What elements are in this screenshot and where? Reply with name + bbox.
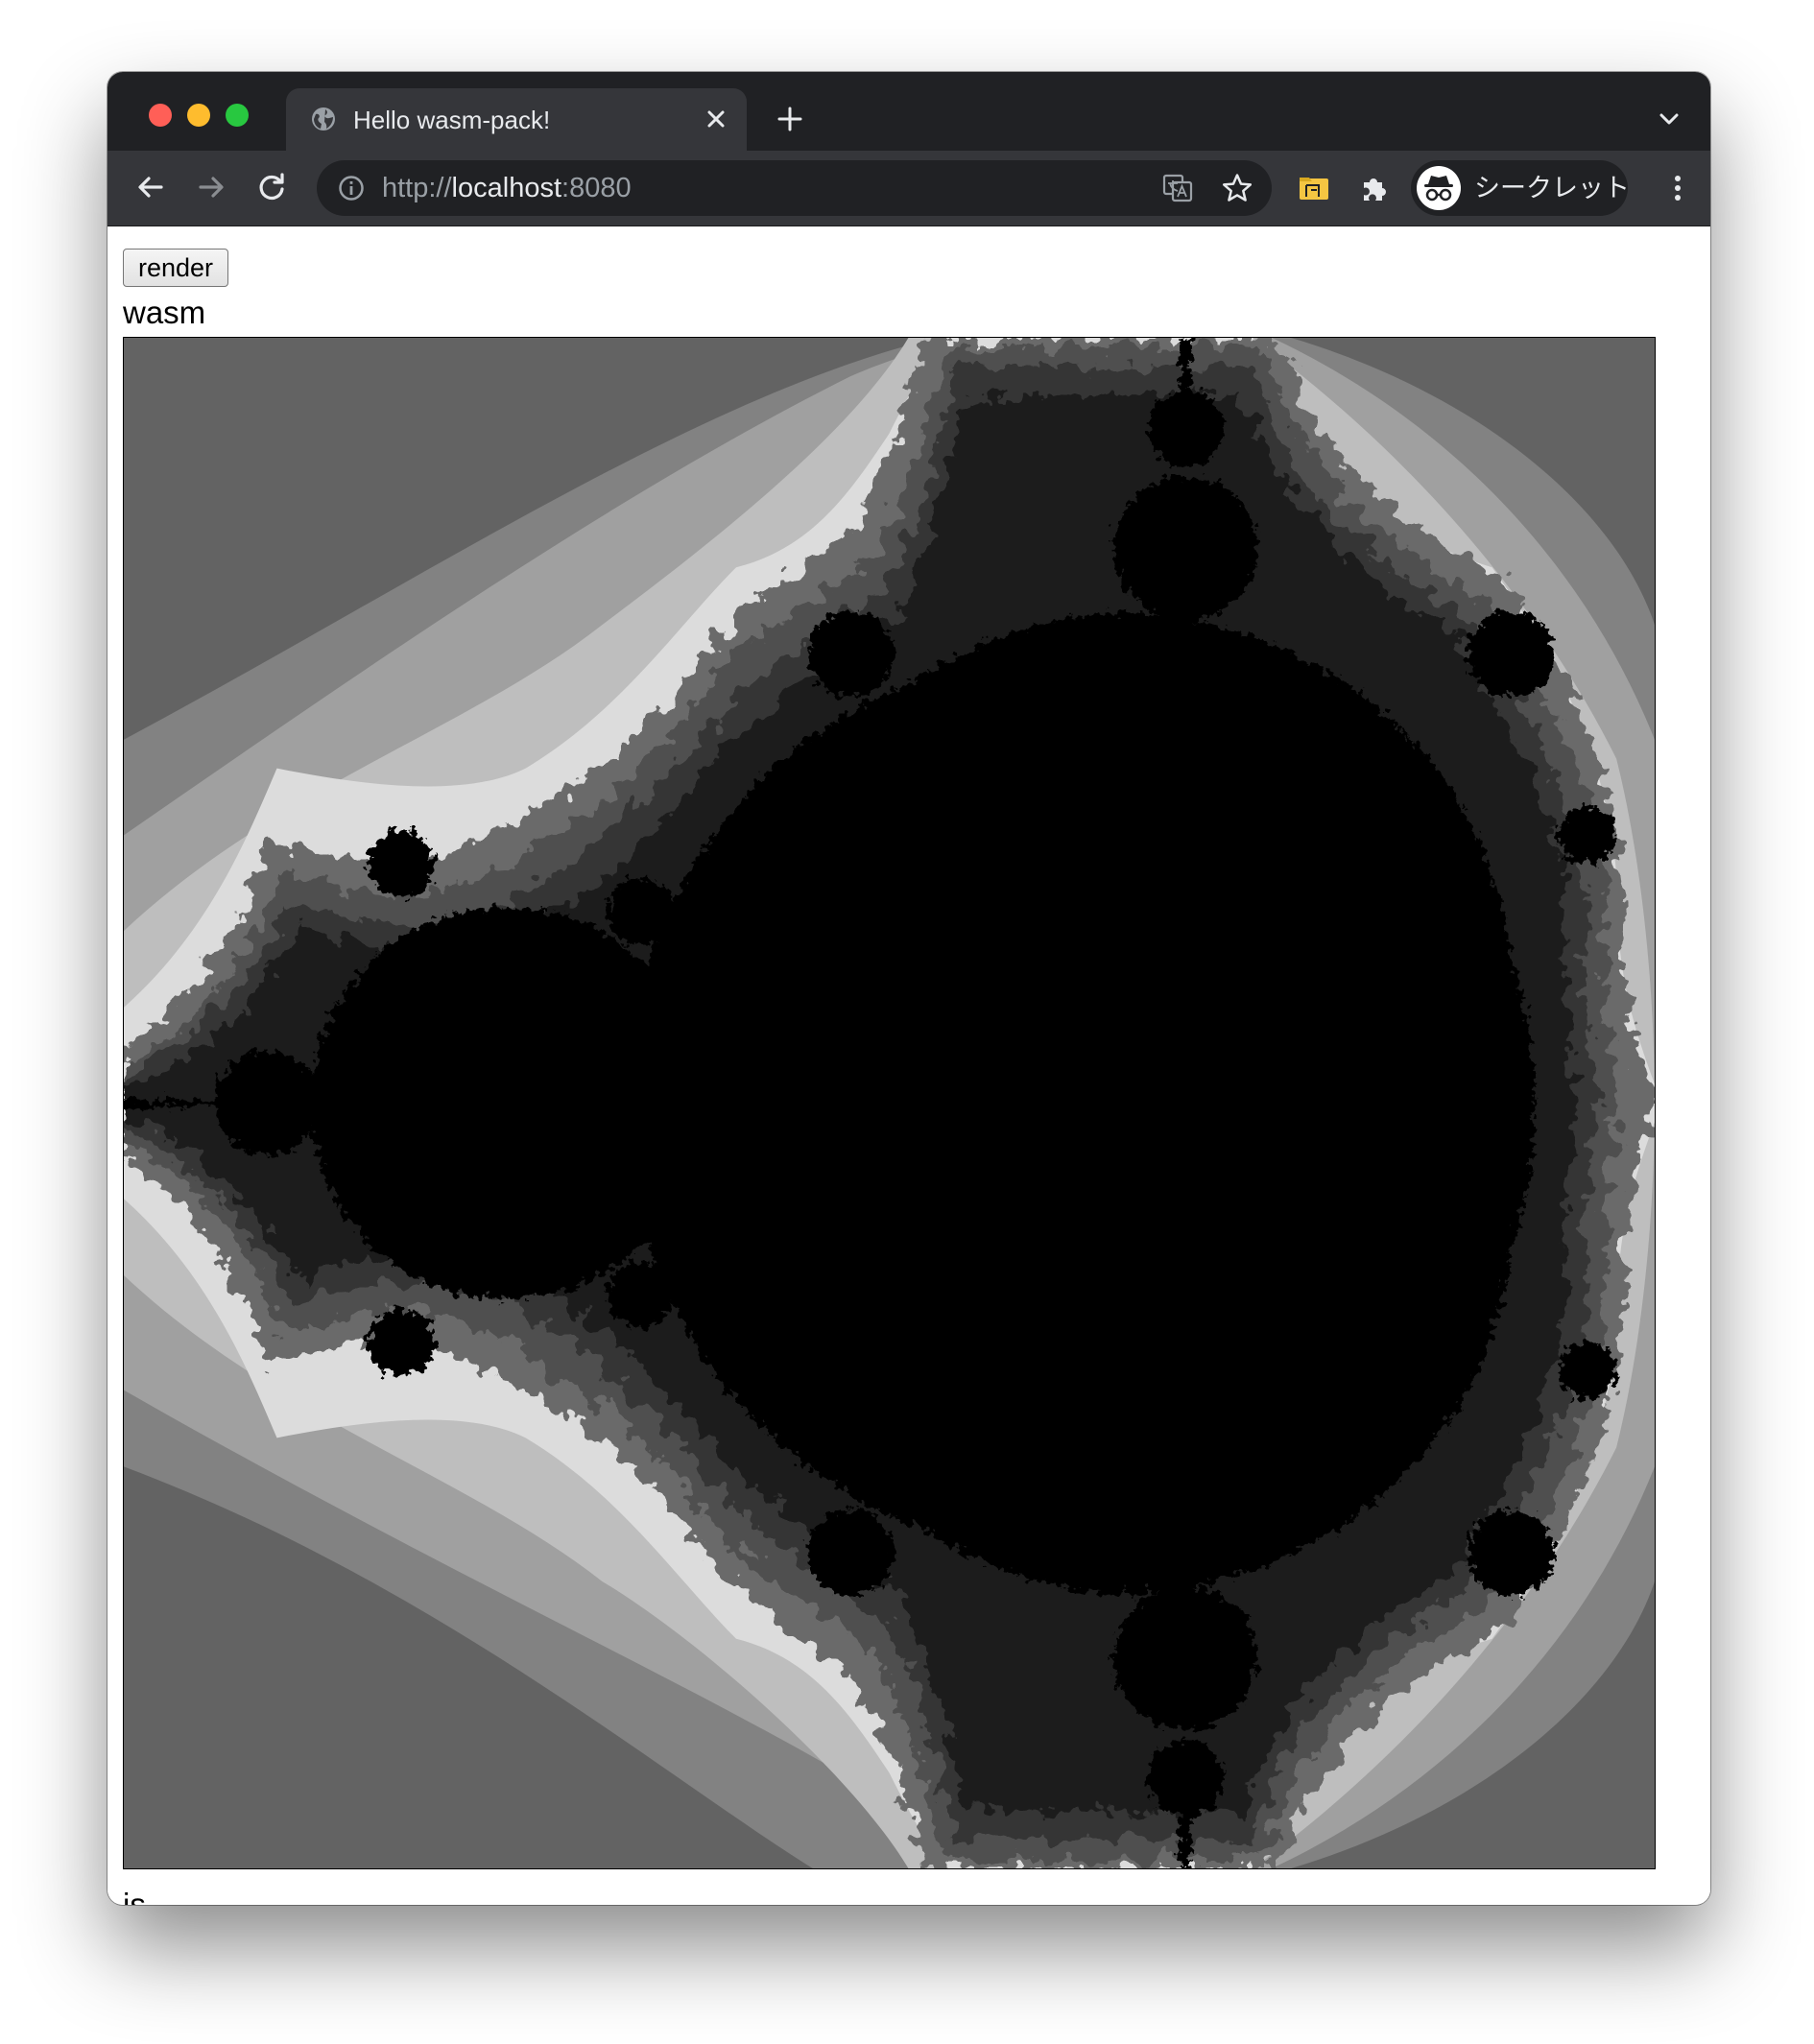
render-button[interactable]: render [123,249,228,287]
minor-bulb [368,830,435,898]
real-axis-antenna [124,1099,239,1107]
globe-icon [312,107,335,131]
minor-bulb [607,1260,675,1328]
incognito-profile-button[interactable]: シークレット [1411,160,1630,216]
mandelbrot-image [124,338,1655,1868]
minor-bulb [607,878,675,946]
minor-bulb [807,610,895,697]
period-3-bulb-top [1113,476,1258,621]
minor-bulb [1468,1509,1555,1596]
bottom-antenna [1180,1753,1192,1868]
star-icon[interactable] [1221,172,1253,204]
tab-title: Hello wasm-pack! [353,106,551,134]
info-icon[interactable] [338,175,365,202]
browser-tab[interactable]: Hello wasm-pack! [286,88,747,151]
browser-toolbar: http://localhost:8080 シークレット [107,151,1710,226]
period-2-bulb [310,907,704,1299]
folder-extension-icon[interactable] [1298,173,1330,203]
period-3-bulb-bottom [1113,1585,1258,1730]
tab-strip: Hello wasm-pack! [107,72,1710,151]
window-minimize-button[interactable] [187,104,210,127]
window-maximize-button[interactable] [226,104,249,127]
minor-bulb [807,1509,895,1596]
puzzle-icon[interactable] [1358,171,1391,203]
minor-bulb [368,1308,435,1376]
url-scheme: http:// [382,173,452,203]
url-host: localhost [451,173,562,203]
chevron-down-icon[interactable] [1657,107,1682,131]
browser-window: Hello wasm-pack! http://localhost:8080 シ… [107,72,1710,1905]
mandelbrot-canvas[interactable] [123,337,1656,1869]
forward-arrow-icon[interactable] [195,171,227,203]
minor-bulb [1559,806,1617,865]
minor-bulb [1468,610,1555,697]
incognito-icon [1424,176,1453,202]
url-port: :8080 [561,173,632,203]
url-text[interactable]: http://localhost:8080 [382,172,632,204]
wasm-heading: wasm [123,295,206,330]
reload-icon[interactable] [255,171,288,203]
minor-bulb [1559,1342,1617,1400]
js-heading: js [123,1887,146,1905]
close-icon[interactable] [703,106,729,132]
more-vert-icon[interactable] [1661,171,1694,205]
incognito-label: シークレット [1474,174,1630,202]
address-bar[interactable]: http://localhost:8080 [317,160,1272,216]
translate-icon[interactable] [1161,172,1194,204]
page-content: render wasm js [107,226,1710,1905]
back-arrow-icon[interactable] [134,171,167,203]
window-close-button[interactable] [149,104,172,127]
top-antenna [1180,338,1192,453]
plus-icon[interactable] [775,104,805,134]
avatar [1417,166,1461,210]
